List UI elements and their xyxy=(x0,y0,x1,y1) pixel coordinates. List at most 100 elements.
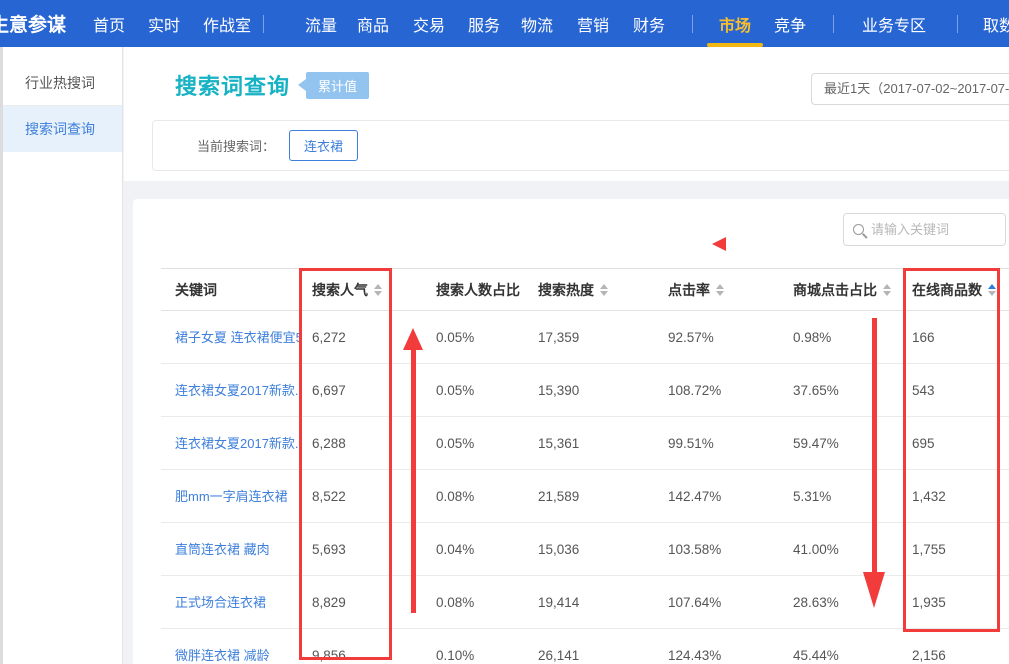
keyword-link[interactable]: 微胖连衣裙 减龄 xyxy=(175,648,270,663)
sort-up-icon xyxy=(883,284,891,289)
value-cell: 92.57% xyxy=(640,330,770,345)
search-term-chip[interactable]: 连衣裙 xyxy=(289,130,358,161)
keyword-link[interactable]: 连衣裙女夏2017新款... xyxy=(175,383,300,398)
nav-item-1[interactable]: 首页 xyxy=(93,0,125,47)
column-label: 商城点击占比 xyxy=(793,280,877,300)
table-row: 肥mm一字肩连衣裙 8,5220.08%21,589142.47%5.31%1,4… xyxy=(161,470,1009,523)
keyword-link[interactable]: 连衣裙女夏2017新款... xyxy=(175,436,300,451)
nav-item-13[interactable]: 业务专区 xyxy=(862,0,926,47)
value-cell: 166 xyxy=(900,330,1009,345)
column-label: 关键词 xyxy=(175,280,217,300)
nav-item-9[interactable]: 营销 xyxy=(577,0,609,47)
sort-up-icon xyxy=(374,284,382,289)
sort-down-icon xyxy=(716,291,724,296)
search-icon xyxy=(853,224,864,235)
keywords-table: 关键词 搜索人气 搜索人数占比搜索热度 点击率 商城点击占比 在线商品数裙子女夏 连衣裙便… xyxy=(161,268,1009,664)
keyword-link[interactable]: 正式场合连衣裙 xyxy=(175,595,266,610)
value-cell: 0.05% xyxy=(392,436,520,451)
sort-icon[interactable] xyxy=(600,284,608,296)
app-logo: 生意参谋 xyxy=(0,0,66,47)
sort-up-icon xyxy=(716,284,724,289)
nav-item-10[interactable]: 财务 xyxy=(633,0,665,47)
nav-divider xyxy=(263,15,264,33)
keyword-link[interactable]: 裙子女夏 连衣裙便宜5.. xyxy=(175,330,300,345)
value-cell: 2,156 xyxy=(900,648,1009,663)
page-header: 搜索词查询 累计值 最近1天（2017-07-02~2017-07-02 当前搜… xyxy=(124,47,1009,181)
value-cell: 0.05% xyxy=(392,330,520,345)
sidebar-item-2[interactable]: 搜索词查询 xyxy=(0,106,122,152)
keyword-link[interactable]: 直筒连衣裙 藏肉 xyxy=(175,542,270,557)
nav-item-14[interactable]: 取数 xyxy=(983,0,1009,47)
keyword-cell: 连衣裙女夏2017新款... xyxy=(161,433,300,453)
column-label: 搜索人数占比 xyxy=(436,280,520,300)
table-row: 裙子女夏 连衣裙便宜5..6,2720.05%17,35992.57%0.98%… xyxy=(161,311,1009,364)
value-cell: 15,390 xyxy=(520,383,640,398)
sort-down-icon xyxy=(374,291,382,296)
sort-up-icon xyxy=(988,284,996,289)
value-cell: 0.04% xyxy=(392,542,520,557)
column-header-6[interactable]: 商城点击占比 xyxy=(770,280,900,300)
column-header-7[interactable]: 在线商品数 xyxy=(900,280,1009,300)
column-header-4[interactable]: 搜索热度 xyxy=(520,280,640,300)
value-cell: 19,414 xyxy=(520,595,640,610)
column-header-1: 关键词 xyxy=(161,280,300,300)
value-cell: 15,036 xyxy=(520,542,640,557)
sidebar-item-1[interactable]: 行业热搜词 xyxy=(0,60,122,106)
nav-item-11[interactable]: 市场 xyxy=(719,0,751,47)
keyword-cell: 连衣裙女夏2017新款... xyxy=(161,380,300,400)
keyword-search-box[interactable] xyxy=(843,213,1006,246)
nav-item-7[interactable]: 服务 xyxy=(468,0,500,47)
column-label: 在线商品数 xyxy=(912,280,982,300)
nav-item-12[interactable]: 竞争 xyxy=(774,0,806,47)
column-header-5[interactable]: 点击率 xyxy=(640,280,770,300)
nav-item-3[interactable]: 作战室 xyxy=(203,0,251,47)
value-cell: 0.05% xyxy=(392,383,520,398)
value-cell: 21,589 xyxy=(520,489,640,504)
value-cell: 8,829 xyxy=(300,595,392,610)
keyword-cell: 裙子女夏 连衣裙便宜5.. xyxy=(161,327,300,347)
column-header-3[interactable]: 搜索人数占比 xyxy=(392,280,520,300)
date-range-selector[interactable]: 最近1天（2017-07-02~2017-07-02 xyxy=(811,73,1009,105)
sort-down-icon xyxy=(883,291,891,296)
sort-icon[interactable] xyxy=(883,284,891,296)
sort-down-icon xyxy=(600,291,608,296)
value-cell: 5.31% xyxy=(770,489,900,504)
keyword-cell: 肥mm一字肩连衣裙 xyxy=(161,486,300,506)
column-label: 搜索热度 xyxy=(538,280,594,300)
page-title: 搜索词查询 xyxy=(175,69,290,101)
value-cell: 0.98% xyxy=(770,330,900,345)
value-cell: 695 xyxy=(900,436,1009,451)
value-cell: 8,522 xyxy=(300,489,392,504)
current-search-term-box: 当前搜索词： 连衣裙 xyxy=(152,120,1009,171)
value-cell: 142.47% xyxy=(640,489,770,504)
table-row: 连衣裙女夏2017新款...6,2880.05%15,36199.51%59.4… xyxy=(161,417,1009,470)
nav-divider xyxy=(833,15,834,33)
keyword-search-input[interactable] xyxy=(871,222,996,237)
nav-divider xyxy=(692,15,693,33)
value-cell: 1,935 xyxy=(900,595,1009,610)
value-cell: 59.47% xyxy=(770,436,900,451)
sort-icon[interactable] xyxy=(988,284,996,296)
value-cell: 1,755 xyxy=(900,542,1009,557)
keyword-link[interactable]: 肥mm一字肩连衣裙 xyxy=(175,489,288,504)
nav-item-6[interactable]: 交易 xyxy=(413,0,445,47)
nav-item-2[interactable]: 实时 xyxy=(148,0,180,47)
nav-item-8[interactable]: 物流 xyxy=(521,0,553,47)
keyword-cell: 正式场合连衣裙 xyxy=(161,592,300,612)
sidebar: 行业热搜词搜索词查询 xyxy=(0,47,123,664)
value-cell: 108.72% xyxy=(640,383,770,398)
nav-divider xyxy=(957,15,958,33)
value-cell: 0.08% xyxy=(392,489,520,504)
table-row: 直筒连衣裙 藏肉5,6930.04%15,036103.58%41.00%1,7… xyxy=(161,523,1009,576)
column-label: 点击率 xyxy=(668,280,710,300)
value-cell: 543 xyxy=(900,383,1009,398)
nav-item-5[interactable]: 商品 xyxy=(357,0,389,47)
column-header-2[interactable]: 搜索人气 xyxy=(300,280,392,300)
value-cell: 1,432 xyxy=(900,489,1009,504)
nav-item-4[interactable]: 流量 xyxy=(305,0,337,47)
keyword-cell: 直筒连衣裙 藏肉 xyxy=(161,539,300,559)
value-cell: 41.00% xyxy=(770,542,900,557)
sort-icon[interactable] xyxy=(716,284,724,296)
current-search-term-label: 当前搜索词： xyxy=(197,136,275,155)
sort-icon[interactable] xyxy=(374,284,382,296)
